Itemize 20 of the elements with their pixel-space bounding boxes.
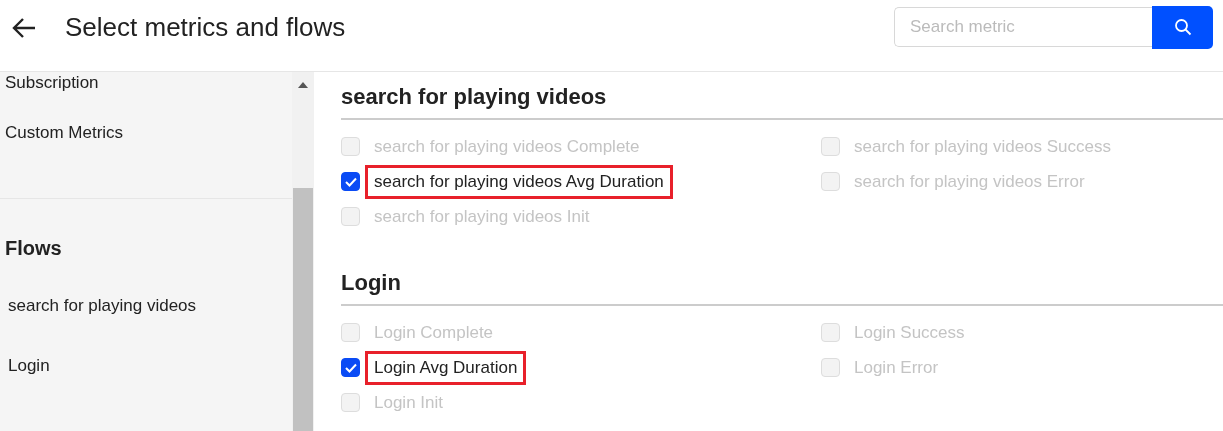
search-icon <box>1173 18 1192 36</box>
checkbox[interactable] <box>341 172 360 191</box>
metric-label[interactable]: search for playing videos Avg Duration <box>365 164 673 199</box>
sidebar-heading: Flows <box>4 236 63 259</box>
checkmark-icon <box>343 361 358 374</box>
section-heading: search for playing videos <box>341 84 1223 120</box>
page-title: Select metrics and flows <box>65 12 346 43</box>
metric-label[interactable]: Login Avg Duration <box>365 350 527 385</box>
scroll-up-icon[interactable] <box>298 82 308 88</box>
sidebar-item[interactable]: Subscription <box>0 72 292 94</box>
search-button[interactable] <box>1152 5 1213 49</box>
checkbox[interactable] <box>341 358 360 377</box>
scrollbar-thumb[interactable] <box>293 188 313 431</box>
section-heading: Login <box>341 270 1223 306</box>
sidebar-item[interactable]: Login <box>0 355 292 415</box>
sidebar-item[interactable]: search for playing videos <box>0 295 292 355</box>
back-arrow-icon[interactable] <box>12 16 36 39</box>
search-field[interactable]: Search metric <box>894 6 1152 47</box>
checkmark-icon <box>343 175 358 188</box>
sidebar-item[interactable]: Custom Metrics <box>0 122 292 144</box>
